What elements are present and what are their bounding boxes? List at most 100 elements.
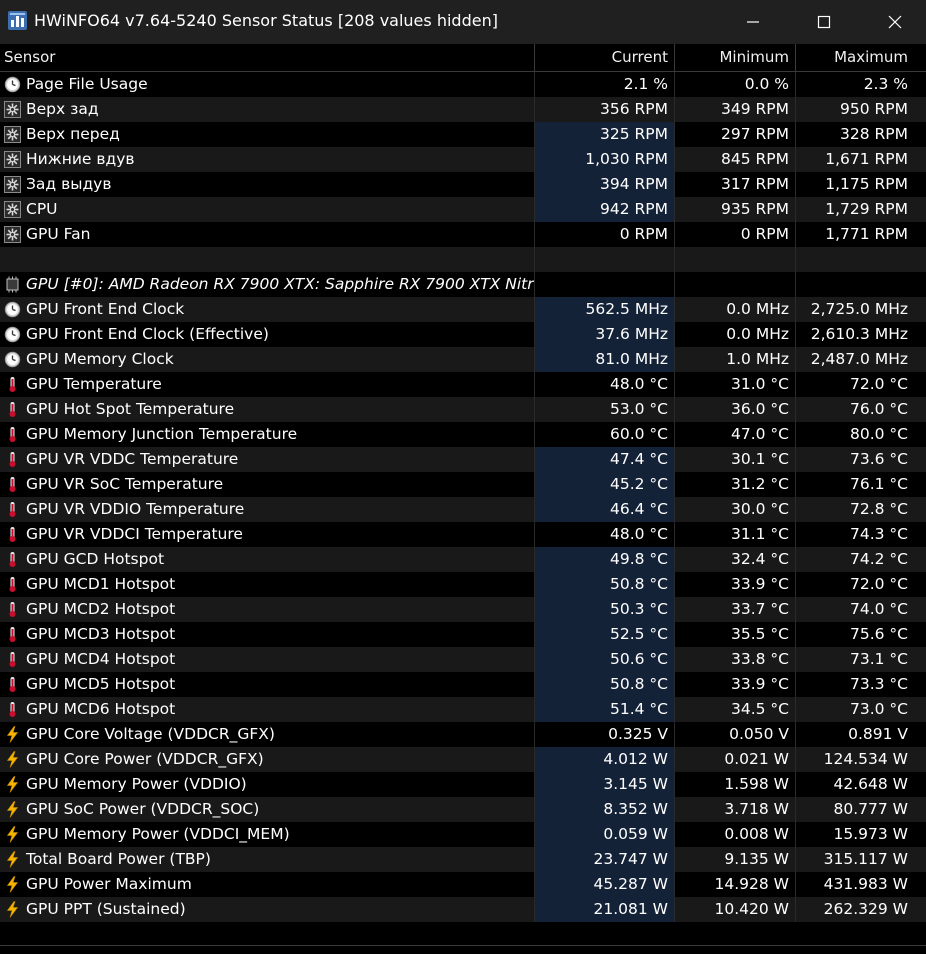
- sensor-group-header[interactable]: GPU [#0]: AMD Radeon RX 7900 XTX: Sapphi…: [0, 272, 926, 297]
- sensor-name: GPU MCD3 Hotspot: [26, 625, 176, 643]
- sensor-name: GPU Power Maximum: [26, 875, 192, 893]
- sensor-row[interactable]: GPU VR VDDC Temperature 47.4 °C 30.1 °C 73.…: [0, 447, 926, 472]
- sensor-row[interactable]: GPU Hot Spot Temperature 53.0 °C 36.0 °C 76…: [0, 397, 926, 422]
- minimum-value: 32.4 °C: [730, 550, 789, 568]
- sensor-row[interactable]: GPU Memory Power (VDDCI_MEM) 0.059 W 0.008…: [0, 822, 926, 847]
- sensor-row[interactable]: GPU Front End Clock 562.5 MHz 0.0 MHz 2,725…: [0, 297, 926, 322]
- sensor-name: GPU MCD5 Hotspot: [26, 675, 176, 693]
- column-header-current[interactable]: Current: [535, 44, 674, 71]
- sensor-row[interactable]: GPU Memory Power (VDDIO) 3.145 W 1.598 W 42…: [0, 772, 926, 797]
- sensor-row[interactable]: GPU MCD2 Hotspot 50.3 °C 33.7 °C 74.0 °C: [0, 597, 926, 622]
- sensor-row[interactable]: GPU MCD1 Hotspot 50.8 °C 33.9 °C 72.0 °C: [0, 572, 926, 597]
- sensor-row[interactable]: GPU Core Power (VDDCR_GFX) 4.012 W 0.021 W…: [0, 747, 926, 772]
- sensor-row[interactable]: Верх перед 325 RPM 297 RPM 328 RPM: [0, 122, 926, 147]
- sensor-row[interactable]: GPU GCD Hotspot 49.8 °C 32.4 °C 74.2 °C: [0, 547, 926, 572]
- maximum-value: 262.329 W: [823, 900, 908, 918]
- minimum-value: 33.8 °C: [730, 650, 789, 668]
- sensor-row[interactable]: GPU Memory Junction Temperature 60.0 °C 47…: [0, 422, 926, 447]
- sensor-row[interactable]: Верх зад 356 RPM 349 RPM 950 RPM: [0, 97, 926, 122]
- current-value: 0.059 W: [535, 822, 674, 847]
- sensor-name: GPU Front End Clock (Effective): [26, 325, 269, 343]
- current-value: 45.287 W: [535, 872, 674, 897]
- current-value: 48.0 °C: [609, 525, 668, 543]
- sensor-row[interactable]: GPU Front End Clock (Effective) 37.6 MHz 0…: [0, 322, 926, 347]
- minimum-value: 935 RPM: [720, 200, 789, 218]
- sensor-name: Верх перед: [26, 125, 120, 143]
- hwinfo-app-icon: [8, 11, 27, 30]
- maximum-value: 1,175 RPM: [825, 175, 908, 193]
- sensor-row[interactable]: GPU Temperature 48.0 °C 31.0 °C 72.0 °C: [0, 372, 926, 397]
- maximum-value: 315.117 W: [823, 850, 908, 868]
- maximum-value: 42.648 W: [833, 775, 909, 793]
- close-button[interactable]: [860, 0, 926, 44]
- minimum-value: 30.0 °C: [730, 500, 789, 518]
- sensor-row[interactable]: GPU SoC Power (VDDCR_SOC) 8.352 W 3.718 W 8…: [0, 797, 926, 822]
- minimum-value: 0.0 %: [744, 75, 789, 93]
- title-bar[interactable]: HWiNFO64 v7.64-5240 Sensor Status [208 v…: [0, 0, 926, 44]
- sensor-row[interactable]: GPU Memory Clock 81.0 MHz 1.0 MHz 2,487.0 M…: [0, 347, 926, 372]
- current-value: 325 RPM: [535, 122, 674, 147]
- maximum-value: 431.983 W: [823, 875, 908, 893]
- close-icon: [888, 15, 902, 29]
- current-value: 562.5 MHz: [535, 297, 674, 322]
- column-header-sensor[interactable]: Sensor: [4, 44, 524, 71]
- sensor-row[interactable]: Page File Usage 2.1 % 0.0 % 2.3 %: [0, 72, 926, 97]
- sensor-row[interactable]: GPU MCD5 Hotspot 50.8 °C 33.9 °C 73.3 °C: [0, 672, 926, 697]
- sensor-row[interactable]: Total Board Power (TBP) 23.747 W 9.135 W 31…: [0, 847, 926, 872]
- maximum-value: 72.0 °C: [849, 375, 908, 393]
- empty-row: [0, 247, 926, 272]
- sensor-row[interactable]: CPU 942 RPM 935 RPM 1,729 RPM: [0, 197, 926, 222]
- sensor-name: Total Board Power (TBP): [26, 850, 211, 868]
- current-value: 21.081 W: [535, 897, 674, 922]
- sensor-row[interactable]: GPU MCD3 Hotspot 52.5 °C 35.5 °C 75.6 °C: [0, 622, 926, 647]
- current-value: [535, 247, 674, 272]
- maximum-value: 72.8 °C: [849, 500, 908, 518]
- current-value: 0.325 V: [608, 725, 668, 743]
- current-value: 394 RPM: [535, 172, 674, 197]
- sensor-row[interactable]: Нижние вдув 1,030 RPM 845 RPM 1,671 RPM: [0, 147, 926, 172]
- sensor-row[interactable]: GPU VR VDDCI Temperature 48.0 °C 31.1 °C 74…: [0, 522, 926, 547]
- maximum-value: 74.2 °C: [849, 550, 908, 568]
- maximum-value: 2,487.0 MHz: [810, 350, 908, 368]
- sensor-name: GPU Core Voltage (VDDCR_GFX): [26, 725, 275, 743]
- table-header: Sensor Current Minimum Maximum: [0, 44, 926, 72]
- sensor-row[interactable]: GPU MCD6 Hotspot 51.4 °C 34.5 °C 73.0 °C: [0, 697, 926, 722]
- current-value: 45.2 °C: [535, 472, 674, 497]
- maximize-button[interactable]: [789, 0, 859, 44]
- maximum-value: 950 RPM: [839, 100, 908, 118]
- maximum-value: [796, 247, 926, 272]
- maximum-value: 1,771 RPM: [825, 225, 908, 243]
- sensor-name: GPU [#0]: AMD Radeon RX 7900 XTX: Sapphi…: [26, 275, 534, 293]
- sensor-row[interactable]: GPU Fan 0 RPM 0 RPM 1,771 RPM: [0, 222, 926, 247]
- current-value: 356 RPM: [599, 100, 668, 118]
- minimum-value: 31.1 °C: [730, 525, 789, 543]
- current-value: 48.0 °C: [609, 375, 668, 393]
- sensor-name: GPU Fan: [26, 225, 91, 243]
- minimum-value: 31.0 °C: [730, 375, 789, 393]
- sensor-row[interactable]: Зад выдув 394 RPM 317 RPM 1,175 RPM: [0, 172, 926, 197]
- sensor-row[interactable]: GPU Power Maximum 45.287 W 14.928 W 431.983…: [0, 872, 926, 897]
- maximum-value: 2.3 %: [863, 75, 908, 93]
- current-value: 46.4 °C: [535, 497, 674, 522]
- minimum-value: 10.420 W: [714, 900, 790, 918]
- sensor-name: Нижние вдув: [26, 150, 135, 168]
- minimum-value: 47.0 °C: [730, 425, 789, 443]
- column-header-minimum[interactable]: Minimum: [675, 44, 795, 71]
- maximum-value: 80.0 °C: [849, 425, 908, 443]
- maximum-value: 76.1 °C: [849, 475, 908, 493]
- minimize-button[interactable]: [718, 0, 788, 44]
- minimum-value: 36.0 °C: [730, 400, 789, 418]
- current-value: 4.012 W: [535, 747, 674, 772]
- sensor-name: GPU Front End Clock: [26, 300, 185, 318]
- maximum-value: 1,729 RPM: [825, 200, 908, 218]
- sensor-row[interactable]: GPU MCD4 Hotspot 50.6 °C 33.8 °C 73.1 °C: [0, 647, 926, 672]
- sensor-row[interactable]: GPU PPT (Sustained) 21.081 W 10.420 W 262.3…: [0, 897, 926, 922]
- sensor-row[interactable]: GPU Core Voltage (VDDCR_GFX) 0.325 V 0.050…: [0, 722, 926, 747]
- sensor-name: GPU VR SoC Temperature: [26, 475, 224, 493]
- sensor-row[interactable]: GPU VR VDDIO Temperature 46.4 °C 30.0 °C 72…: [0, 497, 926, 522]
- column-header-maximum[interactable]: Maximum: [796, 44, 926, 71]
- sensor-row[interactable]: GPU VR SoC Temperature 45.2 °C 31.2 °C 76.1…: [0, 472, 926, 497]
- current-value: 50.8 °C: [535, 672, 674, 697]
- sensor-name: GPU PPT (Sustained): [26, 900, 186, 918]
- maximum-value: 75.6 °C: [849, 625, 908, 643]
